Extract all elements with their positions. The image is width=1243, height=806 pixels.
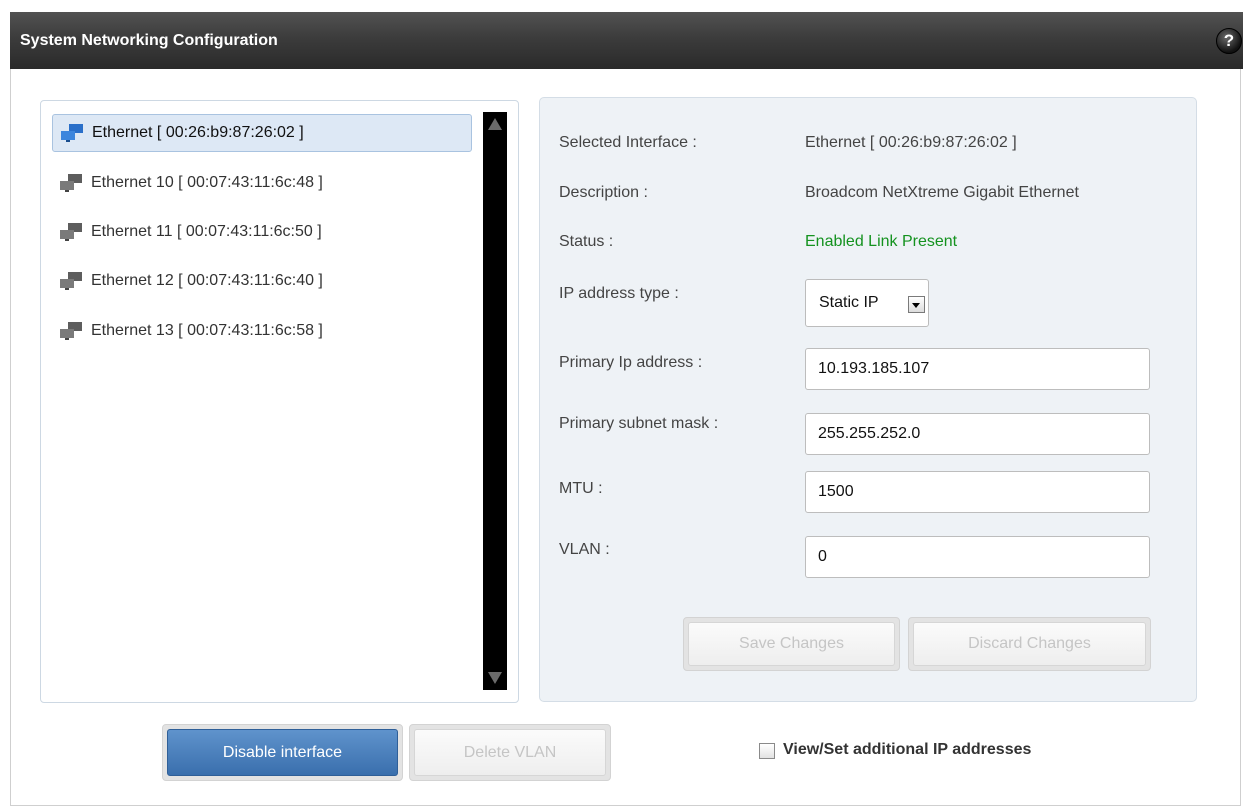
scroll-down-arrow-icon[interactable] bbox=[488, 672, 502, 684]
disable-interface-button[interactable]: Disable interface bbox=[167, 729, 398, 776]
network-gray-icon bbox=[60, 322, 82, 340]
page-title: System Networking Configuration bbox=[20, 32, 278, 49]
vlan-label: VLAN : bbox=[559, 541, 610, 558]
description-value: Broadcom NetXtreme Gigabit Ethernet bbox=[805, 184, 1079, 201]
delete-vlan-button[interactable]: Delete VLAN bbox=[414, 729, 606, 776]
primary-subnet-input[interactable] bbox=[805, 413, 1150, 455]
discard-changes-button-frame: Discard Changes bbox=[908, 617, 1151, 671]
title-bar: System Networking Configuration ? bbox=[10, 12, 1243, 69]
interface-label: Ethernet 11 [ 00:07:43:11:6c:50 ] bbox=[91, 223, 322, 240]
chevron-down-icon[interactable] bbox=[908, 296, 925, 313]
status-value: Enabled Link Present bbox=[805, 233, 958, 250]
primary-ip-label: Primary Ip address : bbox=[559, 354, 703, 371]
selected-interface-label: Selected Interface : bbox=[559, 134, 697, 151]
ip-address-type-select[interactable]: Static IP bbox=[805, 279, 929, 327]
discard-changes-button[interactable]: Discard Changes bbox=[913, 622, 1146, 666]
network-gray-icon bbox=[60, 272, 82, 290]
interface-label: Ethernet 13 [ 00:07:43:11:6c:58 ] bbox=[91, 322, 323, 339]
interface-list-item[interactable]: Ethernet 10 [ 00:07:43:11:6c:48 ] bbox=[52, 164, 472, 202]
description-label: Description : bbox=[559, 184, 648, 201]
selected-interface-value: Ethernet [ 00:26:b9:87:26:02 ] bbox=[805, 134, 1017, 151]
help-icon[interactable]: ? bbox=[1216, 28, 1242, 54]
delete-vlan-button-frame: Delete VLAN bbox=[409, 724, 611, 781]
interface-label: Ethernet [ 00:26:b9:87:26:02 ] bbox=[92, 124, 304, 141]
mtu-label: MTU : bbox=[559, 480, 603, 497]
primary-subnet-label: Primary subnet mask : bbox=[559, 415, 719, 432]
save-changes-button-frame: Save Changes bbox=[683, 617, 900, 671]
network-blue-icon bbox=[61, 124, 83, 142]
primary-ip-input[interactable] bbox=[805, 348, 1150, 390]
network-gray-icon bbox=[60, 174, 82, 192]
status-label: Status : bbox=[559, 233, 614, 250]
interface-list-item[interactable]: Ethernet [ 00:26:b9:87:26:02 ] bbox=[52, 114, 472, 152]
vlan-input[interactable] bbox=[805, 536, 1150, 578]
save-changes-button[interactable]: Save Changes bbox=[688, 622, 895, 666]
ip-address-type-value: Static IP bbox=[819, 294, 879, 311]
mtu-input[interactable] bbox=[805, 471, 1150, 513]
additional-ip-checkbox[interactable] bbox=[759, 743, 775, 759]
interface-list-item[interactable]: Ethernet 12 [ 00:07:43:11:6c:40 ] bbox=[52, 262, 472, 300]
interface-list-panel: Ethernet [ 00:26:b9:87:26:02 ] Ethernet … bbox=[40, 100, 519, 703]
interface-label: Ethernet 12 [ 00:07:43:11:6c:40 ] bbox=[91, 272, 323, 289]
network-gray-icon bbox=[60, 223, 82, 241]
interface-list-item[interactable]: Ethernet 13 [ 00:07:43:11:6c:58 ] bbox=[52, 312, 472, 350]
ip-address-type-label: IP address type : bbox=[559, 285, 679, 302]
scroll-up-arrow-icon[interactable] bbox=[488, 118, 502, 130]
interface-list-scrollbar[interactable] bbox=[483, 112, 507, 690]
interface-label: Ethernet 10 [ 00:07:43:11:6c:48 ] bbox=[91, 174, 323, 191]
interface-list-item[interactable]: Ethernet 11 [ 00:07:43:11:6c:50 ] bbox=[52, 213, 472, 251]
additional-ip-label[interactable]: View/Set additional IP addresses bbox=[783, 741, 1031, 759]
disable-interface-button-frame: Disable interface bbox=[162, 724, 403, 781]
